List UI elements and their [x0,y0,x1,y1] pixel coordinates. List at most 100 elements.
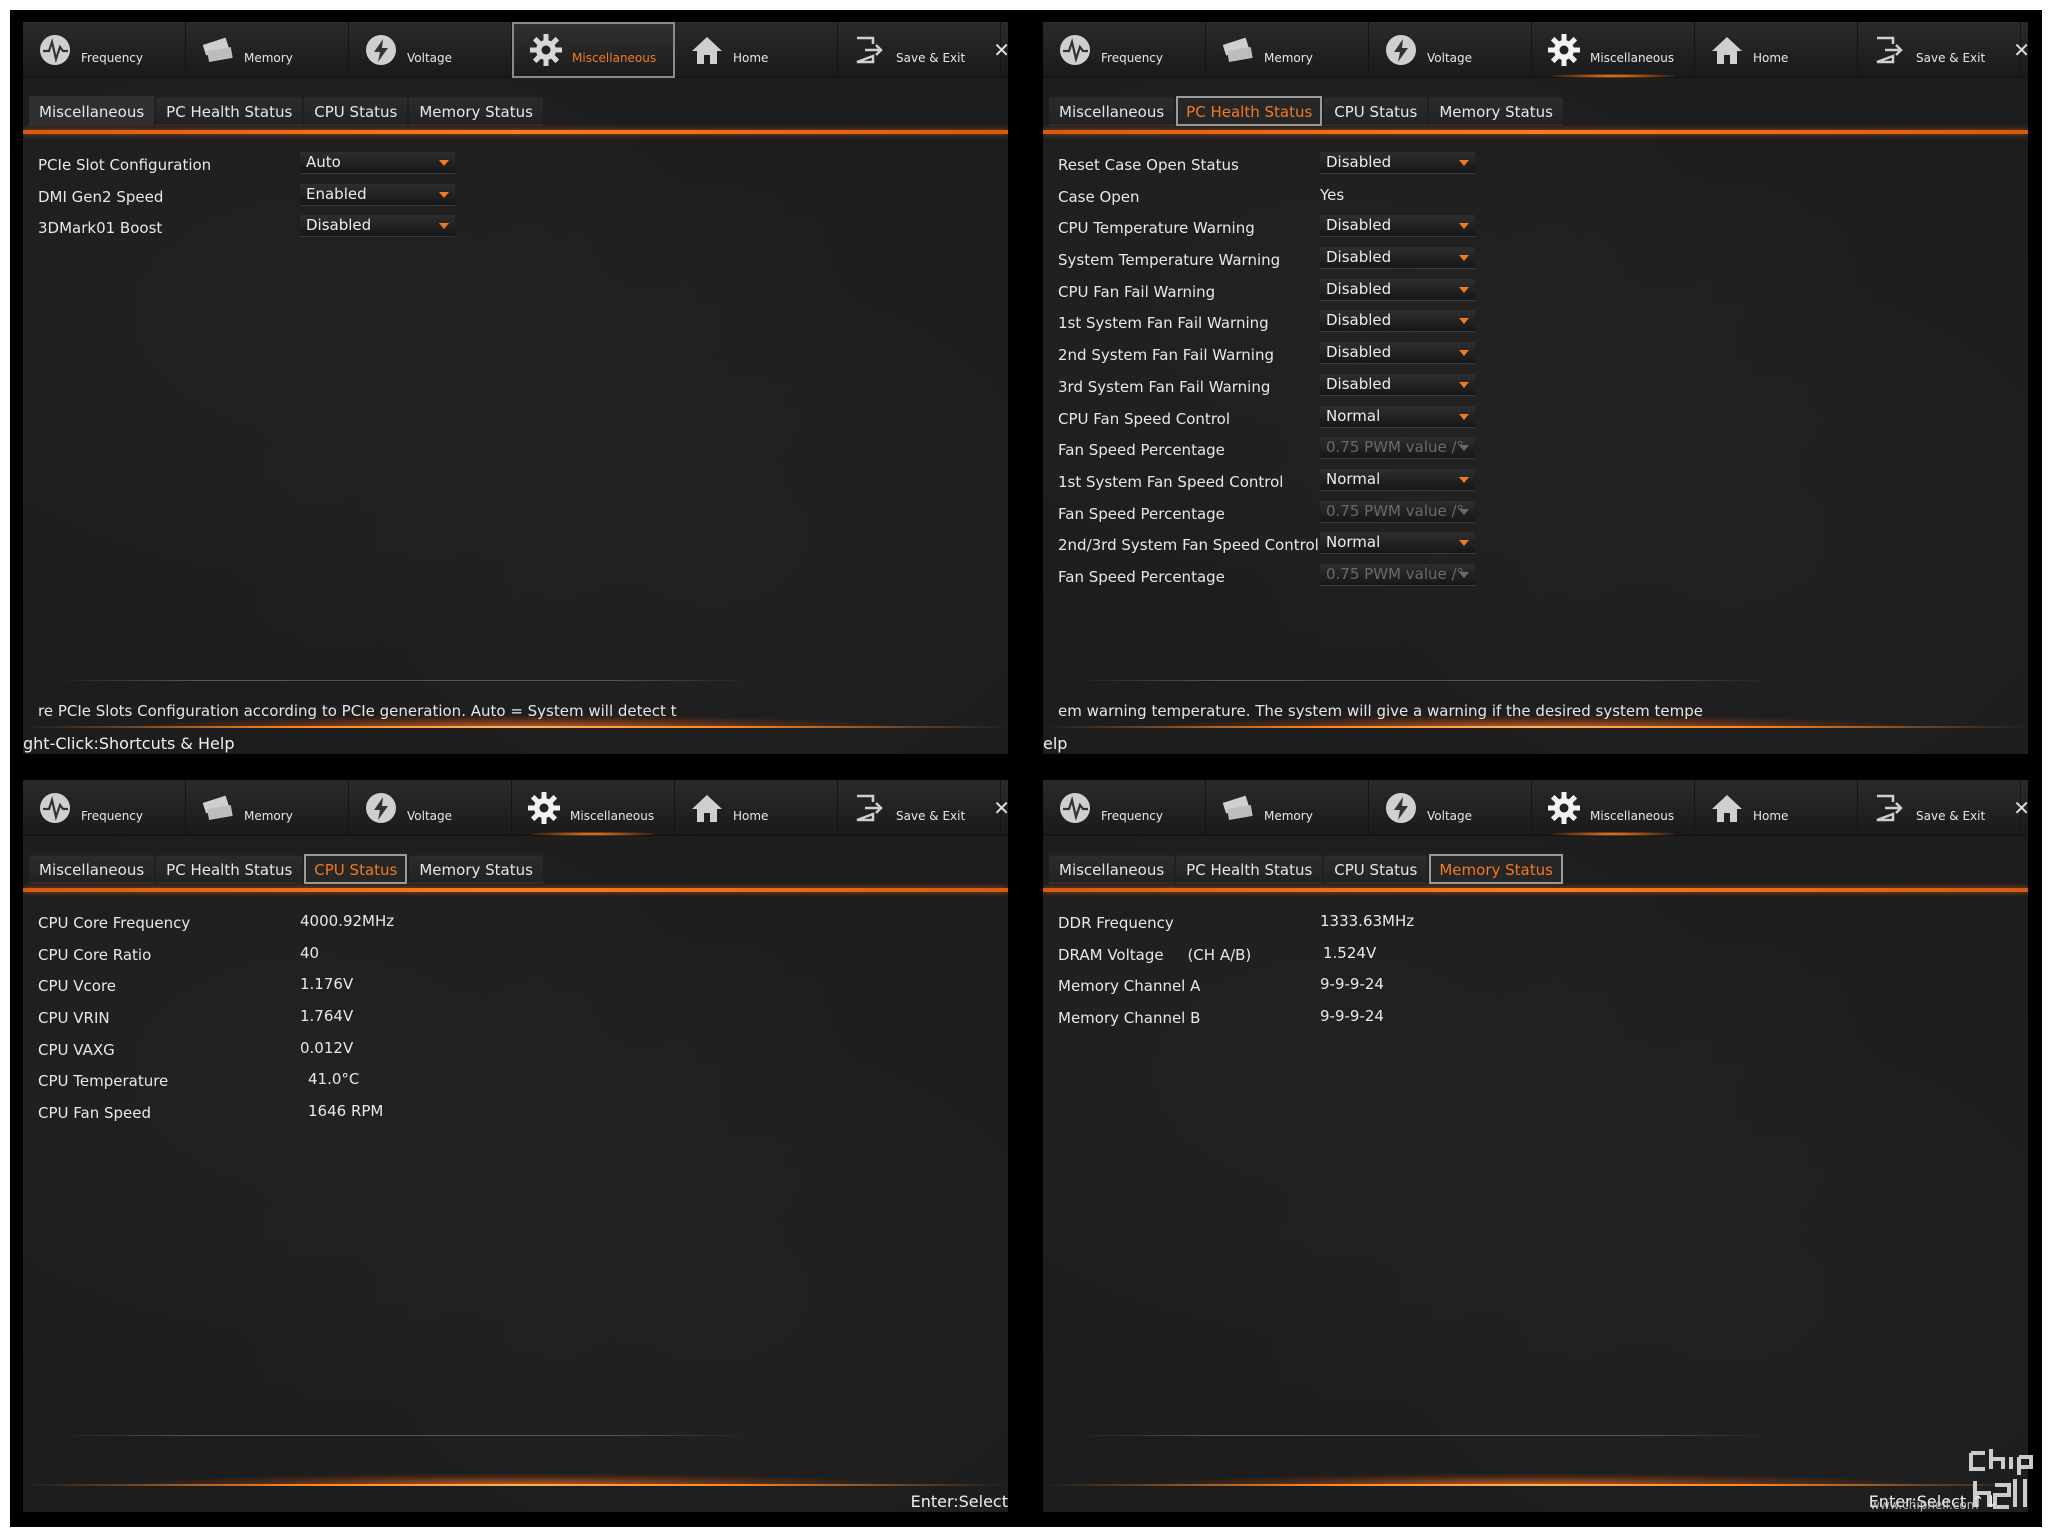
nav-label: Save & Exit [1916,51,1986,65]
sub-tabs: Miscellaneous PC Health Status CPU Statu… [23,854,545,884]
tab-memory-status[interactable]: Memory Status [409,854,543,884]
frequency-icon [37,32,73,68]
setting-row: Fan Speed Percentage 0.75 PWM value /° [1058,435,1958,467]
close-icon[interactable]: ✕ [993,38,1008,62]
setting-label: Case Open [1058,187,1140,206]
setting-dropdown[interactable]: Disabled [300,215,455,238]
nav-label: Miscellaneous [572,51,657,65]
setting-label: 3DMark01 Boost [38,219,163,238]
setting-dropdown[interactable]: Normal [1320,405,1475,428]
nav-voltage[interactable]: Voltage [1369,780,1532,836]
nav-home[interactable]: Home [675,22,838,78]
setting-label: CPU Temperature Warning [1058,219,1255,238]
sub-tabs: Miscellaneous PC Health Status CPU Statu… [1043,96,1565,126]
nav-frequency[interactable]: Frequency [23,780,186,836]
setting-dropdown[interactable]: Disabled [1320,215,1475,238]
status-value: 9-9-9-24 [1320,1007,1384,1026]
nav-save-exit[interactable]: Save & Exit [838,22,1001,78]
setting-row: CPU Temperature Warning Disabled [1058,213,1958,245]
nav-home[interactable]: Home [1695,780,1858,836]
nav-frequency[interactable]: Frequency [1043,780,1206,836]
tab-cpu-status[interactable]: CPU Status [304,854,408,884]
nav-voltage[interactable]: Voltage [1369,22,1532,78]
dropdown-arrow-icon [439,160,449,166]
nav-memory[interactable]: Memory [186,780,349,836]
status-row: Memory Channel A 9-9-9-24 [1058,971,1958,1003]
setting-dropdown[interactable]: Disabled [1320,310,1475,333]
dropdown-arrow-icon [1459,286,1469,293]
nav-frequency[interactable]: Frequency [1043,22,1206,78]
frequency-icon [1057,32,1093,68]
setting-label: Fan Speed Percentage [1058,441,1225,460]
setting-dropdown[interactable]: Disabled [1320,247,1475,270]
nav-home[interactable]: Home [675,780,838,836]
tab-cpu-status[interactable]: CPU Status [304,96,408,126]
setting-dropdown[interactable]: Disabled [1320,373,1475,396]
nav-miscellaneous[interactable]: Miscellaneous [512,22,675,78]
nav-miscellaneous[interactable]: Miscellaneous [1532,780,1695,836]
nav-miscellaneous[interactable]: Miscellaneous [1532,22,1695,78]
dropdown-value: Disabled [1326,216,1392,235]
tab-memory-status[interactable]: Memory Status [1429,96,1563,126]
tab-underline [1043,130,2028,134]
nav-label: Home [733,51,769,65]
dropdown-value: Disabled [306,216,372,235]
orange-glow [1043,1446,2028,1486]
nav-frequency[interactable]: Frequency [23,22,186,78]
setting-dropdown[interactable]: Normal [1320,468,1475,491]
nav-label: Frequency [1101,809,1163,823]
setting-row: 3DMark01 Boost Disabled [38,213,938,245]
setting-row: 2nd System Fan Fail Warning Disabled [1058,340,1958,372]
close-icon[interactable]: ✕ [2013,38,2028,62]
nav-label: Voltage [407,51,453,65]
nav-save-exit[interactable]: Save & Exit [838,780,1001,836]
close-icon[interactable]: ✕ [2013,796,2028,820]
sub-tabs: Miscellaneous PC Health Status CPU Statu… [1043,854,1565,884]
tab-miscellaneous[interactable]: Miscellaneous [29,854,155,884]
status-label: CPU VRIN [38,1009,110,1028]
setting-dropdown[interactable]: Auto [300,152,455,174]
tab-pc-health-status[interactable]: PC Health Status [1176,854,1323,884]
tab-miscellaneous[interactable]: Miscellaneous [29,96,155,126]
memory-icon [1220,790,1256,826]
dropdown-arrow-icon [1459,571,1469,578]
status-value: 1.524V [1323,943,1377,962]
tab-miscellaneous[interactable]: Miscellaneous [1049,96,1175,126]
nav-miscellaneous[interactable]: Miscellaneous [512,780,675,836]
setting-dropdown[interactable]: Enabled [300,183,455,206]
tab-cpu-status[interactable]: CPU Status [1324,854,1428,884]
setting-dropdown[interactable]: Disabled [1320,152,1475,174]
nav-label: Save & Exit [896,51,966,65]
setting-dropdown[interactable]: Normal [1320,532,1475,555]
tab-pc-health-status[interactable]: PC Health Status [156,854,303,884]
nav-home[interactable]: Home [1695,22,1858,78]
nav-voltage[interactable]: Voltage [349,780,512,836]
tab-memory-status[interactable]: Memory Status [409,96,543,126]
close-icon[interactable]: ✕ [993,796,1008,820]
status-row: CPU Temperature 41.0°C [38,1066,938,1098]
orange-glow [23,1446,1008,1486]
sub-tabs: Miscellaneous PC Health Status CPU Statu… [23,96,545,126]
nav-memory[interactable]: Memory [186,22,349,78]
tab-pc-health-status[interactable]: PC Health Status [1176,96,1323,126]
setting-label: 1st System Fan Speed Control [1058,472,1284,491]
nav-memory[interactable]: Memory [1206,780,1369,836]
nav-label: Memory [1264,51,1313,65]
gear-icon [1546,790,1582,826]
tab-cpu-status[interactable]: CPU Status [1324,96,1428,126]
dropdown-value: Normal [1326,469,1381,488]
tab-pc-health-status[interactable]: PC Health Status [156,96,303,126]
nav-memory[interactable]: Memory [1206,22,1369,78]
setting-dropdown[interactable]: Disabled [1320,342,1475,365]
nav-save-exit[interactable]: Save & Exit [1858,780,2021,836]
dropdown-value: Disabled [1326,279,1392,298]
tab-memory-status[interactable]: Memory Status [1429,854,1563,884]
status-label: CPU Core Frequency [38,914,191,932]
nav-voltage[interactable]: Voltage [349,22,512,78]
nav-save-exit[interactable]: Save & Exit [1858,22,2021,78]
setting-dropdown[interactable]: Disabled [1320,278,1475,301]
tab-miscellaneous[interactable]: Miscellaneous [1049,854,1175,884]
dropdown-arrow-icon [439,191,449,198]
setting-label: CPU Fan Speed Control [1058,409,1230,428]
setting-row: CPU Fan Fail Warning Disabled [1058,277,1958,309]
